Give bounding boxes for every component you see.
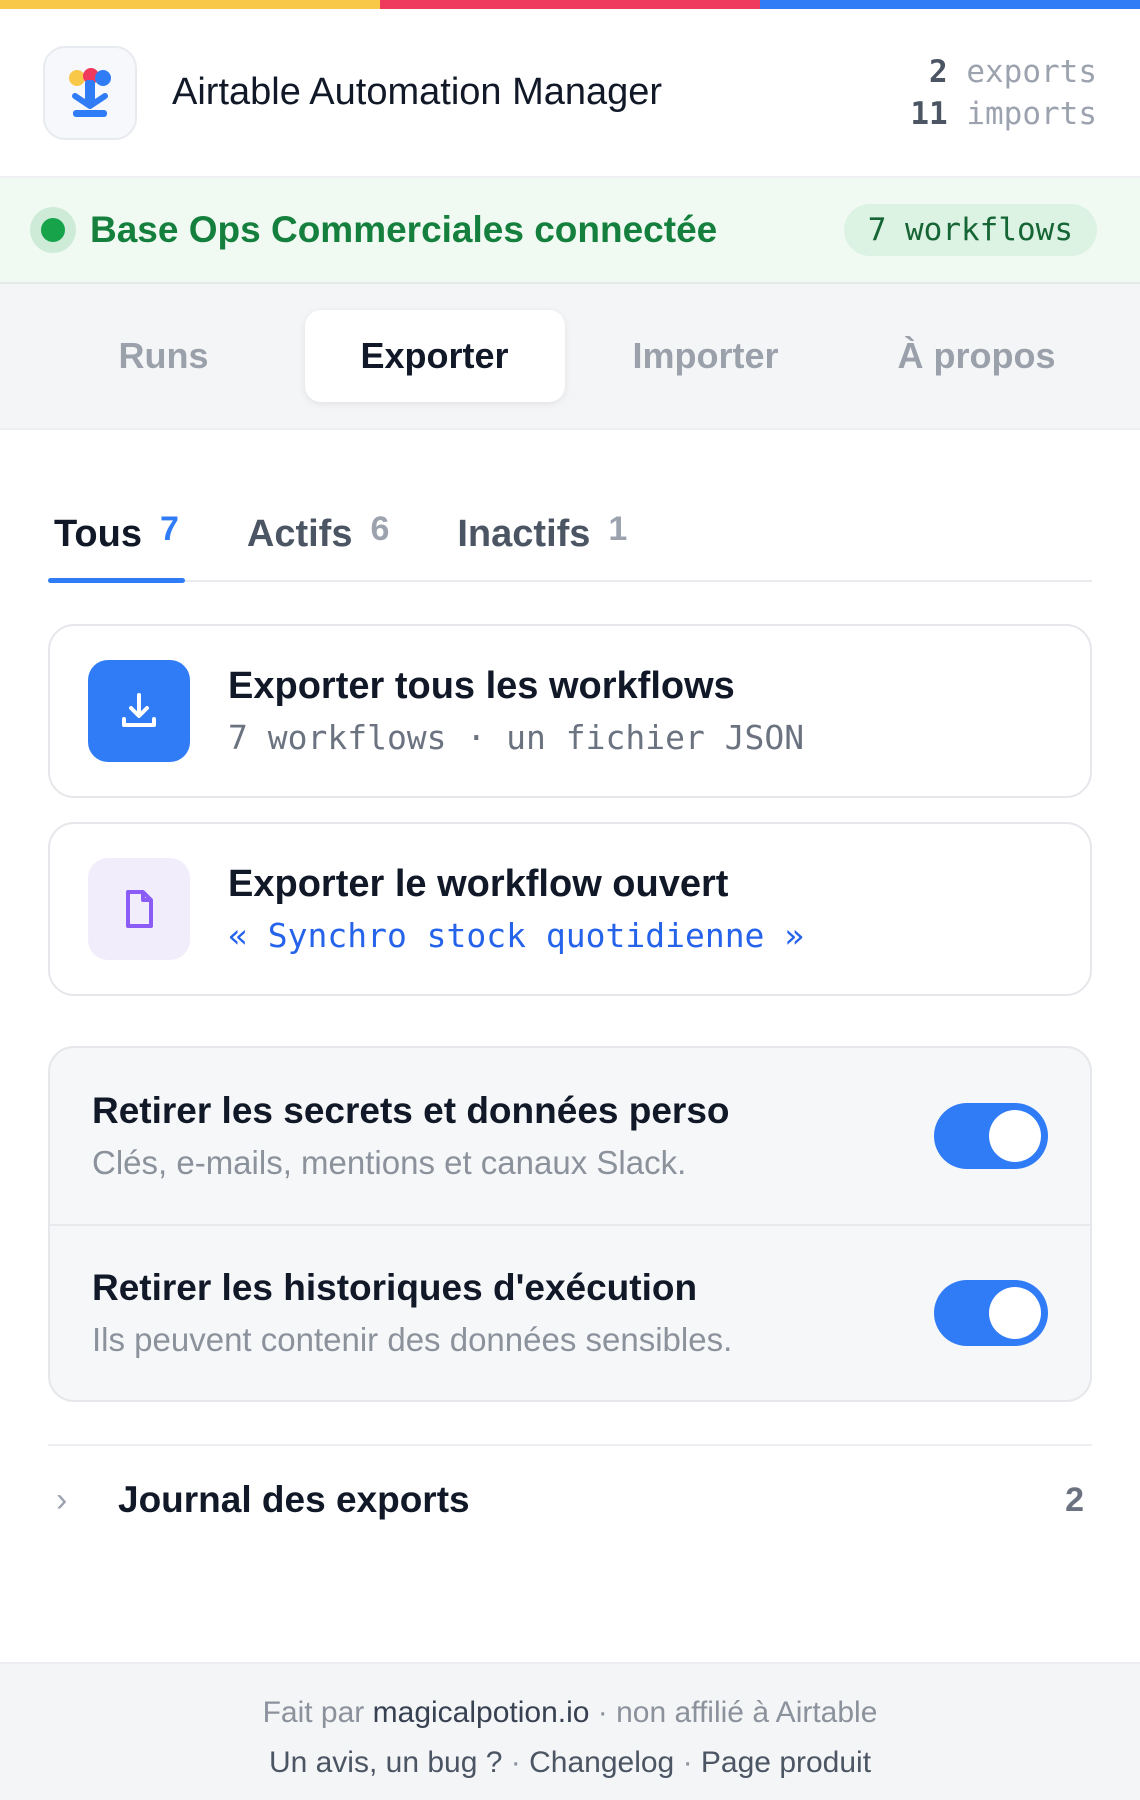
file-icon bbox=[126, 890, 153, 928]
journal-title: Journal des exports bbox=[118, 1479, 470, 1520]
tab-exporter[interactable]: Exporter bbox=[304, 310, 565, 402]
open-workflow-name: « Synchro stock quotidienne » bbox=[228, 916, 805, 955]
transfer-counts: 2 exports 11 imports bbox=[910, 51, 1097, 135]
filter-tab-label: Tous bbox=[54, 513, 142, 555]
changelog-link[interactable]: Changelog bbox=[529, 1746, 674, 1779]
export-journal-toggle[interactable]: › Journal des exports 2 bbox=[48, 1444, 1092, 1554]
stripe-blue bbox=[760, 0, 1140, 9]
option-strip-secrets: Retirer les secrets et données perso Clé… bbox=[50, 1048, 1090, 1224]
strip-history-toggle[interactable] bbox=[934, 1280, 1048, 1346]
filter-tab-label: Actifs bbox=[246, 513, 353, 555]
export-all-text: Exporter tous les workflows 7 workflows … bbox=[228, 665, 804, 757]
option-description: Ils peuvent contenir des données sensibl… bbox=[92, 1321, 733, 1358]
connection-status-text: Base Ops Commerciales connectée bbox=[90, 209, 718, 250]
export-options: Retirer les secrets et données perso Clé… bbox=[48, 1046, 1092, 1402]
color-stripe bbox=[0, 0, 1140, 9]
chevron-right-icon: › bbox=[56, 1480, 68, 1519]
imports-count-line: 11 imports bbox=[910, 93, 1097, 135]
export-all-icon-box bbox=[88, 660, 190, 762]
filter-tab-count: 6 bbox=[370, 510, 390, 548]
download-icon bbox=[122, 693, 156, 727]
filter-tab-label: Inactifs bbox=[457, 513, 591, 555]
footer-not-affiliated: · non affilié à Airtable bbox=[597, 1696, 878, 1729]
footer-separator: · bbox=[510, 1746, 521, 1779]
option-text: Retirer les secrets et données perso Clé… bbox=[92, 1090, 934, 1182]
app-header: Airtable Automation Manager 2 exports 11… bbox=[0, 9, 1140, 178]
footer-credits: Fait par magicalpotion.io · non affilié … bbox=[0, 1688, 1140, 1738]
footer-made-by: Fait par bbox=[262, 1696, 365, 1729]
status-dot bbox=[41, 218, 65, 242]
connected-status-icon bbox=[30, 207, 76, 253]
strip-secrets-toggle[interactable] bbox=[934, 1103, 1048, 1169]
stripe-red bbox=[380, 0, 760, 9]
tab-importer[interactable]: Importer bbox=[576, 310, 836, 402]
app-title: Airtable Automation Manager bbox=[172, 71, 663, 113]
filter-tab-actifs[interactable]: Actifs 6 bbox=[241, 510, 396, 580]
product-page-link[interactable]: Page produit bbox=[701, 1746, 871, 1779]
footer: Fait par magicalpotion.io · non affilié … bbox=[0, 1662, 1140, 1800]
export-open-text: Exporter le workflow ouvert « Synchro st… bbox=[228, 863, 804, 955]
export-all-button[interactable]: Exporter tous les workflows 7 workflows … bbox=[48, 624, 1092, 798]
filter-tab-inactifs[interactable]: Inactifs 1 bbox=[451, 510, 633, 580]
export-open-icon-box bbox=[88, 858, 190, 960]
export-all-title: Exporter tous les workflows bbox=[228, 665, 735, 707]
option-title: Retirer les secrets et données perso bbox=[92, 1090, 730, 1131]
imports-label: imports bbox=[966, 95, 1097, 132]
footer-separator: · bbox=[682, 1746, 693, 1779]
option-text: Retirer les historiques d'exécution Ils … bbox=[92, 1267, 934, 1359]
option-description: Clés, e-mails, mentions et canaux Slack. bbox=[92, 1144, 687, 1181]
connection-status-bar: Base Ops Commerciales connectée 7 workfl… bbox=[0, 178, 1140, 284]
automation-logo-icon bbox=[69, 67, 111, 117]
tab-runs[interactable]: Runs bbox=[34, 310, 294, 402]
feedback-link[interactable]: Un avis, un bug ? bbox=[269, 1746, 502, 1779]
magicalpotion-link[interactable]: magicalpotion.io bbox=[373, 1696, 590, 1729]
exports-count: 2 bbox=[929, 53, 948, 90]
filter-tab-count: 1 bbox=[608, 510, 628, 548]
export-all-subtitle: 7 workflows · un fichier JSON bbox=[228, 718, 805, 757]
imports-count: 11 bbox=[910, 95, 948, 132]
main-tabs: Runs Exporter Importer À propos bbox=[0, 284, 1140, 430]
workflows-badge: 7 workflows bbox=[843, 204, 1097, 256]
option-title: Retirer les historiques d'exécution bbox=[92, 1267, 698, 1308]
filter-tab-tous[interactable]: Tous 7 bbox=[48, 510, 185, 583]
filter-tabs: Tous 7 Actifs 6 Inactifs 1 bbox=[48, 484, 1092, 583]
footer-links: Un avis, un bug ? · Changelog · Page pro… bbox=[0, 1738, 1140, 1788]
stripe-yellow bbox=[0, 0, 380, 9]
exports-count-line: 2 exports bbox=[910, 51, 1097, 93]
journal-count: 2 bbox=[1065, 1480, 1084, 1519]
tab-a-propos[interactable]: À propos bbox=[847, 310, 1107, 402]
export-open-workflow-button[interactable]: Exporter le workflow ouvert « Synchro st… bbox=[48, 822, 1092, 996]
option-strip-history: Retirer les historiques d'exécution Ils … bbox=[50, 1224, 1090, 1400]
filter-tab-count: 7 bbox=[159, 510, 179, 548]
exports-label: exports bbox=[966, 53, 1097, 90]
app-logo bbox=[43, 45, 137, 140]
export-open-title: Exporter le workflow ouvert bbox=[228, 863, 729, 905]
